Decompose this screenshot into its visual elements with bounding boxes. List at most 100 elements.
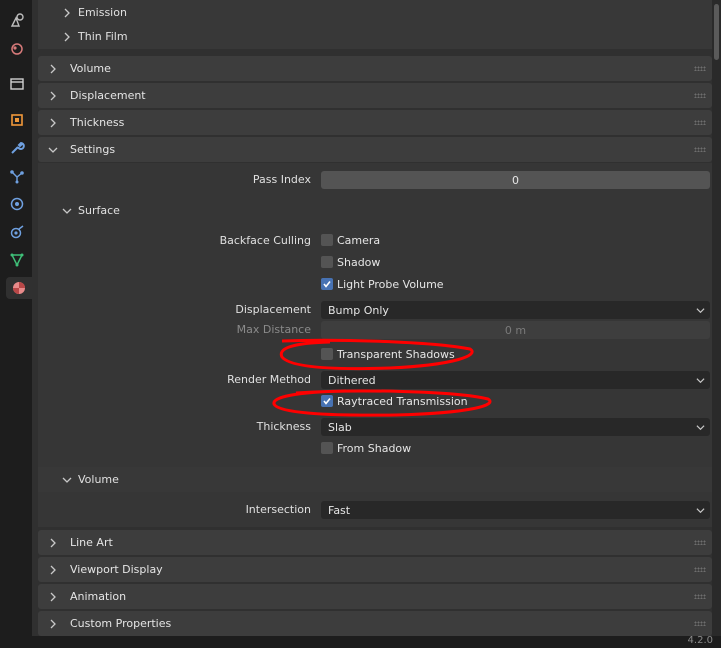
checkmark-icon — [323, 281, 331, 288]
panel-label: Line Art — [70, 536, 113, 549]
chevron-right-icon — [50, 118, 56, 127]
panel-label: Custom Properties — [70, 617, 172, 630]
panel-label: Viewport Display — [70, 563, 163, 576]
modifier-icon — [11, 141, 25, 154]
panel-label: Volume — [70, 62, 111, 75]
drag-grip-icon[interactable] — [694, 66, 706, 71]
max-distance-row: Max Distance 0 m — [38, 320, 712, 340]
panel-label: Settings — [70, 143, 116, 156]
subpanel-thin-film[interactable]: Thin Film — [38, 24, 712, 49]
checkmark-icon — [323, 398, 331, 405]
physics-icon — [10, 197, 24, 211]
displacement-dropdown[interactable]: Bump Only — [321, 301, 710, 319]
displacement-label: Displacement — [235, 303, 311, 316]
raytraced-transmission-label: Raytraced Transmission — [337, 395, 468, 408]
intersection-label: Intersection — [245, 503, 311, 516]
raytraced-transmission-checkbox[interactable] — [321, 395, 333, 407]
from-shadow-row: From Shadow — [38, 439, 712, 459]
version-text: 4.2.0 — [687, 635, 713, 646]
subpanel-surface[interactable]: Surface — [38, 198, 712, 223]
shadow-row: Shadow — [38, 253, 712, 273]
data-icon — [10, 253, 24, 267]
thickness-value: Slab — [328, 420, 352, 434]
backface-camera-row: Backface Culling Camera — [38, 231, 712, 251]
intersection-value: Fast — [328, 503, 351, 517]
chevron-down-icon — [48, 147, 58, 153]
tool-tab[interactable] — [6, 9, 28, 31]
tool-icon — [10, 13, 24, 27]
panel-line-art[interactable]: Line Art — [38, 530, 712, 555]
light-probe-row: Light Probe Volume — [38, 275, 712, 295]
particles-tab[interactable] — [6, 165, 28, 187]
status-bar: 4.2.0 — [32, 635, 721, 648]
particles-icon — [10, 170, 24, 184]
displacement-row: Displacement Bump Only — [38, 300, 712, 320]
chevron-down-icon — [62, 477, 72, 483]
chevron-down-icon — [696, 377, 705, 383]
physics-tab[interactable] — [6, 193, 28, 215]
panel-thickness[interactable]: Thickness — [38, 110, 712, 135]
from-shadow-label: From Shadow — [337, 442, 412, 455]
settings-body: Pass Index 0 Surface Backface Culling Ca… — [38, 163, 712, 527]
shadow-label: Shadow — [337, 256, 381, 269]
panel-volume[interactable]: Volume — [38, 56, 712, 81]
drag-grip-icon[interactable] — [694, 147, 706, 152]
object-icon — [11, 114, 23, 126]
render-method-dropdown[interactable]: Dithered — [321, 371, 710, 389]
output-tab[interactable] — [6, 73, 28, 95]
subpanel-label: Volume — [78, 473, 119, 486]
panel-settings[interactable]: Settings — [38, 137, 712, 162]
render-icon — [11, 43, 23, 55]
panel-animation[interactable]: Animation — [38, 584, 712, 609]
camera-checkbox[interactable] — [321, 234, 333, 246]
constraints-icon — [10, 225, 24, 239]
panel-custom-properties[interactable]: Custom Properties — [38, 611, 712, 636]
subpanel-emission[interactable]: Emission — [38, 0, 712, 25]
intersection-dropdown[interactable]: Fast — [321, 501, 710, 519]
light-probe-label: Light Probe Volume — [337, 278, 444, 291]
pass-index-row: Pass Index 0 — [38, 170, 712, 190]
shadow-checkbox[interactable] — [321, 256, 333, 268]
drag-grip-icon[interactable] — [694, 567, 706, 572]
subpanel-label: Emission — [78, 6, 127, 19]
panel-viewport-display[interactable]: Viewport Display — [38, 557, 712, 582]
material-tab[interactable] — [6, 277, 32, 299]
chevron-right-icon — [50, 592, 56, 601]
render-method-value: Dithered — [328, 373, 376, 387]
drag-grip-icon[interactable] — [694, 594, 706, 599]
chevron-right-icon — [50, 64, 56, 73]
drag-grip-icon[interactable] — [694, 93, 706, 98]
thickness-dropdown[interactable]: Slab — [321, 418, 710, 436]
displacement-value: Bump Only — [328, 303, 389, 317]
light-probe-checkbox[interactable] — [321, 278, 333, 290]
pass-index-field[interactable]: 0 — [321, 171, 710, 189]
render-method-label: Render Method — [227, 373, 311, 386]
object-tab[interactable] — [6, 109, 28, 131]
camera-label: Camera — [337, 234, 381, 247]
subpanel-label: Surface — [78, 204, 120, 217]
drag-grip-icon[interactable] — [694, 540, 706, 545]
subpanel-volume[interactable]: Volume — [38, 467, 712, 492]
panel-displacement[interactable]: Displacement — [38, 83, 712, 108]
intersection-row: Intersection Fast — [38, 500, 712, 520]
drag-grip-icon[interactable] — [694, 120, 706, 125]
data-tab[interactable] — [6, 249, 28, 271]
chevron-right-icon — [64, 32, 70, 41]
drag-grip-icon[interactable] — [694, 621, 706, 626]
transparent-shadows-label: Transparent Shadows — [337, 348, 455, 361]
chevron-down-icon — [696, 307, 705, 313]
chevron-right-icon — [64, 8, 70, 17]
render-tab[interactable] — [6, 37, 28, 59]
subpanel-label: Thin Film — [78, 30, 128, 43]
chevron-right-icon — [50, 538, 56, 547]
render-method-row: Render Method Dithered — [38, 370, 712, 390]
transparent-shadows-checkbox[interactable] — [321, 348, 333, 360]
from-shadow-checkbox[interactable] — [321, 442, 333, 454]
scrollbar-thumb[interactable] — [714, 4, 719, 60]
scrollbar[interactable] — [712, 0, 721, 648]
backface-culling-label: Backface Culling — [219, 234, 311, 247]
pass-index-label: Pass Index — [252, 173, 311, 186]
constraints-tab[interactable] — [6, 221, 28, 243]
modifier-tab[interactable] — [6, 137, 28, 159]
properties-panel: Emission Thin Film Volume Displacement T… — [32, 0, 712, 648]
